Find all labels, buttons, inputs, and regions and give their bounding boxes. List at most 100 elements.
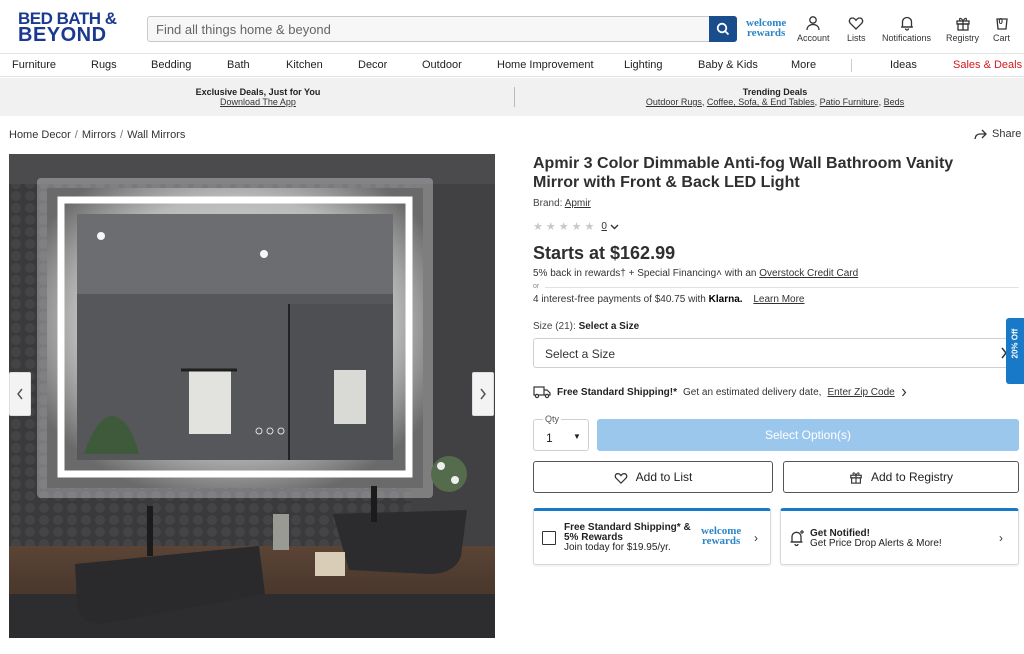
breadcrumb-mirrors[interactable]: Mirrors: [82, 129, 116, 141]
gallery-next-button[interactable]: [472, 372, 494, 416]
account-label: Account: [797, 33, 830, 43]
qty-value: 1: [546, 431, 553, 445]
chevron-right-icon: ›: [999, 531, 1003, 545]
nav-item-bath[interactable]: Bath: [227, 59, 250, 71]
product-image[interactable]: [9, 154, 495, 638]
truck-icon: [533, 386, 551, 399]
trending-link-patio-furniture[interactable]: Patio Furniture: [820, 97, 879, 107]
product-photo: [9, 154, 495, 638]
star-icon: ★: [545, 221, 556, 233]
rewards-signup-card[interactable]: Free Standard Shipping* & 5% Rewards Joi…: [533, 508, 771, 565]
account-link[interactable]: Account: [797, 15, 830, 43]
trending-link-beds[interactable]: Beds: [884, 97, 905, 107]
star-icon: ★: [533, 221, 543, 233]
price-alert-card[interactable]: Get Notified! Get Price Drop Alerts & Mo…: [780, 508, 1019, 565]
star-icon: ★: [558, 221, 569, 233]
promo-bar: Exclusive Deals, Just for You Download T…: [0, 78, 1024, 116]
price-alert-sub: Get Price Drop Alerts & More!: [810, 538, 942, 549]
klarna-text: 4 interest-free payments of $40.75 with: [533, 294, 706, 305]
welcome-rewards-logo[interactable]: welcome rewards: [746, 18, 786, 39]
bell-plus-icon: [790, 530, 804, 547]
app-promo: Exclusive Deals, Just for You Download T…: [168, 87, 348, 107]
star-icon: ★: [571, 221, 582, 233]
nav-item-kitchen[interactable]: Kitchen: [286, 59, 323, 71]
notifications-link[interactable]: Notifications: [882, 15, 931, 43]
nav-item-home-improvement[interactable]: Home Improvement: [497, 59, 594, 71]
trending-link-tables[interactable]: Coffee, Sofa, & End Tables: [707, 97, 815, 107]
discount-side-tab[interactable]: 20% Off: [1006, 318, 1024, 384]
shipping-bold: Free Standard Shipping!*: [557, 386, 678, 398]
select-options-button[interactable]: Select Option(s): [597, 419, 1019, 451]
nav-item-rugs[interactable]: Rugs: [91, 59, 117, 71]
cart-link[interactable]: 0 Cart: [993, 15, 1010, 43]
size-select[interactable]: Select a Size: [533, 338, 1019, 368]
nav-item-bedding[interactable]: Bedding: [151, 59, 191, 71]
rewards-text: rewards: [747, 27, 786, 39]
size-count: Size (21):: [533, 321, 576, 332]
trending-link-outdoor-rugs[interactable]: Outdoor Rugs: [646, 97, 702, 107]
chevron-left-icon: [17, 388, 23, 400]
lists-link[interactable]: Lists: [847, 15, 866, 43]
add-to-registry-label: Add to Registry: [870, 470, 954, 484]
credit-card-link[interactable]: Overstock Credit Card: [759, 268, 858, 279]
share-icon: [974, 129, 987, 139]
size-prompt: Select a Size: [578, 321, 640, 332]
rewards-card-sub: Join today for $19.95/yr.: [564, 542, 671, 553]
site-header: BED BATH & BEYOND welcome rewards Accoun…: [0, 0, 1024, 54]
rewards-checkbox[interactable]: [542, 531, 556, 545]
welcome-rewards-small-logo: welcome rewards: [701, 526, 741, 547]
quantity-select[interactable]: Qty 1 ▼: [533, 414, 589, 451]
category-nav: Furniture Rugs Bedding Bath Kitchen Deco…: [0, 54, 1024, 77]
breadcrumb-wall-mirrors[interactable]: Wall Mirrors: [127, 129, 185, 141]
breadcrumb-home-decor[interactable]: Home Decor: [9, 129, 71, 141]
rating-widget[interactable]: ★ ★ ★ ★ ★ 0: [533, 220, 619, 233]
search-icon: [716, 22, 730, 36]
nav-item-furniture[interactable]: Furniture: [12, 59, 56, 71]
size-select-value: Select a Size: [545, 347, 616, 361]
review-count[interactable]: 0: [601, 221, 607, 232]
add-to-registry-button[interactable]: Add to Registry: [783, 461, 1019, 493]
registry-link[interactable]: Registry: [946, 15, 979, 43]
rewards-text: rewards: [702, 535, 741, 547]
heart-icon: [614, 472, 627, 484]
or-divider: [545, 287, 1019, 288]
user-icon: [806, 16, 820, 31]
caret-down-icon: ▼: [573, 432, 581, 441]
product-price: Starts at $162.99: [533, 243, 676, 263]
lists-label: Lists: [847, 33, 866, 43]
trending-deals-title: Trending Deals: [742, 87, 808, 97]
search-input[interactable]: [148, 17, 698, 41]
rewards-card-text: Free Standard Shipping* & 5% Rewards Joi…: [564, 523, 691, 553]
chevron-down-icon: [610, 224, 619, 229]
site-logo[interactable]: BED BATH & BEYOND: [18, 10, 130, 45]
share-button[interactable]: Share: [974, 128, 1021, 140]
gallery-prev-button[interactable]: [9, 372, 31, 416]
app-promo-title: Exclusive Deals, Just for You: [195, 87, 321, 97]
nav-item-decor[interactable]: Decor: [358, 59, 387, 71]
cart-count-badge: 0: [998, 17, 1003, 26]
nav-item-baby-kids[interactable]: Baby & Kids: [698, 59, 758, 71]
klarna-logo: Klarna.: [708, 294, 743, 305]
product-brand: Brand: Apmir: [533, 198, 591, 209]
or-label: or: [533, 283, 540, 290]
nav-item-sales-deals[interactable]: Sales & Deals: [953, 59, 1022, 71]
nav-item-lighting[interactable]: Lighting: [624, 59, 663, 71]
klarna-learn-more-link[interactable]: Learn More: [753, 294, 804, 305]
chevron-right-icon: [901, 388, 906, 396]
add-to-list-button[interactable]: Add to List: [533, 461, 773, 493]
rewards-text: 5% back in rewards† + Special Financing˄…: [533, 268, 757, 279]
shipping-info: Free Standard Shipping!* Get an estimate…: [533, 385, 907, 399]
price-alert-text: Get Notified! Get Price Drop Alerts & Mo…: [810, 529, 942, 549]
nav-item-ideas[interactable]: Ideas: [890, 59, 917, 71]
chevron-right-icon: [480, 388, 486, 400]
gift-icon: [955, 17, 970, 31]
brand-link[interactable]: Apmir: [565, 198, 591, 209]
enter-zip-link[interactable]: Enter Zip Code: [827, 387, 894, 398]
nav-item-outdoor[interactable]: Outdoor: [422, 59, 462, 71]
search-button[interactable]: [709, 16, 737, 42]
download-app-link[interactable]: Download The App: [220, 97, 296, 107]
nav-item-more[interactable]: More: [791, 59, 816, 71]
shipping-text: Get an estimated delivery date,: [683, 386, 822, 398]
notifications-label: Notifications: [882, 33, 932, 43]
klarna-info: 4 interest-free payments of $40.75 with …: [533, 294, 804, 305]
